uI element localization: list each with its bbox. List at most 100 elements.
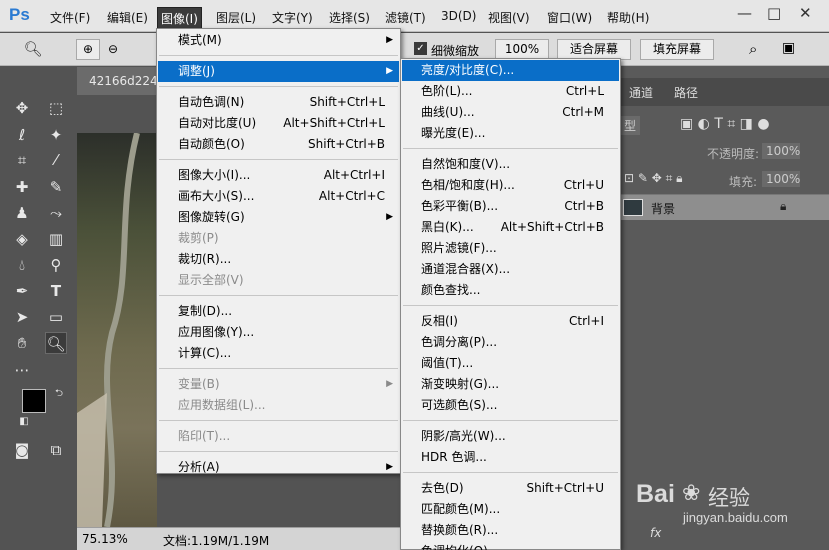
layer-kind-filter[interactable]: 型 xyxy=(620,116,641,135)
swap-colors-icon[interactable]: ⮌ xyxy=(48,383,70,405)
zoom-level[interactable]: 75.13% xyxy=(82,532,128,546)
image-menu-item[interactable]: 裁切(R)... xyxy=(158,249,399,270)
menu-view[interactable]: 视图(V) xyxy=(488,9,530,26)
marquee-tool-icon[interactable]: ⬚ xyxy=(45,97,67,119)
lock-icons[interactable]: ⊡ ✎ ✥ ⌗ 🔒︎ xyxy=(624,171,683,186)
image-menu-item[interactable]: 调整(J) ▶ xyxy=(158,61,399,82)
adjust-menu-item[interactable]: 阴影/高光(W)... xyxy=(402,426,619,447)
pen-tool-icon[interactable]: ✒ xyxy=(11,280,33,302)
dodge-tool-icon[interactable]: ⚲ xyxy=(45,254,67,276)
quick-mask-icon[interactable]: ◙ xyxy=(11,439,33,461)
menu-layer[interactable]: 图层(L) xyxy=(216,9,256,26)
menu-help[interactable]: 帮助(H) xyxy=(607,9,649,26)
gradient-tool-icon[interactable]: ▥ xyxy=(45,228,67,250)
brush-tool-icon[interactable]: ✎ xyxy=(45,176,67,198)
adjust-menu-item[interactable]: 自然饱和度(V)... xyxy=(402,154,619,175)
adjust-menu-item[interactable]: 色阶(L)... Ctrl+L xyxy=(402,81,619,102)
zoom-out-icon[interactable]: ⊖ xyxy=(101,39,125,60)
menu-type[interactable]: 文字(Y) xyxy=(272,9,313,26)
image-menu-item[interactable]: 应用图像(Y)... xyxy=(158,322,399,343)
maximize-button[interactable]: □ xyxy=(767,4,781,22)
adjust-menu-item[interactable]: 通道混合器(X)... xyxy=(402,259,619,280)
zoom-in-icon[interactable]: ⊕ xyxy=(76,39,100,60)
eyedropper-icon[interactable]: ⁄ xyxy=(45,149,67,171)
menu-separator xyxy=(159,159,398,160)
clone-stamp-icon[interactable]: ♟ xyxy=(11,202,33,224)
layer-name[interactable]: 背景 xyxy=(651,200,675,217)
menu-window[interactable]: 窗口(W) xyxy=(547,9,592,26)
actual-pixels-button[interactable]: 100% xyxy=(495,39,549,60)
hand-tool-icon[interactable]: ✋︎ xyxy=(11,332,33,354)
menu-image[interactable]: 图像(I) xyxy=(157,7,202,30)
menu-filter[interactable]: 滤镜(T) xyxy=(385,9,426,26)
menu-3d[interactable]: 3D(D) xyxy=(441,9,476,23)
blur-tool-icon[interactable]: 💧︎ xyxy=(11,254,33,276)
eraser-tool-icon[interactable]: ◈ xyxy=(11,228,33,250)
image-menu-item[interactable]: 计算(C)... xyxy=(158,343,399,364)
canvas[interactable] xyxy=(77,133,157,527)
adjust-menu-item[interactable]: 去色(D) Shift+Ctrl+U xyxy=(402,478,619,499)
more-tools-icon[interactable]: ⋯ xyxy=(11,359,33,381)
fine-zoom-checkbox[interactable]: ✓ xyxy=(414,42,427,55)
adjust-menu-item[interactable]: 曲线(U)... Ctrl+M xyxy=(402,102,619,123)
adjust-menu-item[interactable]: 渐变映射(G)... xyxy=(402,374,619,395)
tab-paths[interactable]: 路径 xyxy=(674,84,698,101)
search-icon[interactable]: ⌕ xyxy=(749,40,757,58)
image-menu-item[interactable]: 分析(A) ▶ xyxy=(158,457,399,478)
adjust-menu-item[interactable]: 阈值(T)... xyxy=(402,353,619,374)
adjust-menu-item[interactable]: 照片滤镜(F)... xyxy=(402,238,619,259)
fx-icon[interactable]: fx xyxy=(650,526,661,540)
image-menu-item[interactable]: 自动色调(N) Shift+Ctrl+L xyxy=(158,92,399,113)
adjust-menu-item[interactable]: HDR 色调... xyxy=(402,447,619,468)
adjust-menu-item[interactable]: 曝光度(E)... xyxy=(402,123,619,144)
crop-tool-icon[interactable]: ⌗ xyxy=(11,149,33,171)
move-tool-icon[interactable]: ✥ xyxy=(11,97,33,119)
shape-tool-icon[interactable]: ▭ xyxy=(45,306,67,328)
adjust-menu-item[interactable]: 颜色查找... xyxy=(402,280,619,301)
adjust-menu-item[interactable]: 色调均化(Q) xyxy=(402,541,619,550)
adjust-menu-item[interactable]: 色彩平衡(B)... Ctrl+B xyxy=(402,196,619,217)
adjust-menu-item[interactable]: 黑白(K)... Alt+Shift+Ctrl+B xyxy=(402,217,619,238)
menu-select[interactable]: 选择(S) xyxy=(329,9,370,26)
image-menu-item[interactable]: 图像旋转(G) ▶ xyxy=(158,207,399,228)
image-menu-item[interactable]: 画布大小(S)... Alt+Ctrl+C xyxy=(158,186,399,207)
tab-channels[interactable]: 通道 xyxy=(629,84,653,101)
zoom-tool-icon[interactable]: 🔍︎ xyxy=(22,38,44,60)
type-tool-icon[interactable]: T xyxy=(45,280,67,302)
adjust-menu-item[interactable]: 可选颜色(S)... xyxy=(402,395,619,416)
healing-brush-icon[interactable]: ✚ xyxy=(11,176,33,198)
image-menu-item: 应用数据组(L)... xyxy=(158,395,399,416)
image-menu-item[interactable]: 自动对比度(U) Alt+Shift+Ctrl+L xyxy=(158,113,399,134)
filter-icons[interactable]: ▣ ◐ T ⌗ ◨ ● xyxy=(680,116,770,132)
adjust-menu-item[interactable]: 匹配颜色(M)... xyxy=(402,499,619,520)
history-brush-icon[interactable]: ⤳ xyxy=(45,202,67,224)
menu-edit[interactable]: 编辑(E) xyxy=(107,9,148,26)
magic-wand-icon[interactable]: ✦ xyxy=(45,124,67,146)
lasso-tool-icon[interactable]: ℓ xyxy=(11,124,33,146)
menu-file[interactable]: 文件(F) xyxy=(50,9,90,26)
layer-row[interactable]: 背景 🔒︎ xyxy=(620,194,829,220)
fill-input[interactable]: 100% xyxy=(762,171,800,187)
submenu-arrow-icon: ▶ xyxy=(386,379,393,389)
workspace-icon[interactable]: ▣ xyxy=(782,40,795,56)
adjust-menu-item[interactable]: 亮度/对比度(C)... xyxy=(402,60,619,81)
image-menu-item[interactable]: 自动颜色(O) Shift+Ctrl+B xyxy=(158,134,399,155)
image-menu-item[interactable]: 图像大小(I)... Alt+Ctrl+I xyxy=(158,165,399,186)
close-button[interactable]: ✕ xyxy=(799,4,812,22)
minimize-button[interactable]: — xyxy=(737,4,752,22)
adjust-menu-item[interactable]: 色调分离(P)... xyxy=(402,332,619,353)
foreground-color-swatch[interactable] xyxy=(22,389,46,413)
opacity-input[interactable]: 100% xyxy=(762,143,800,159)
default-colors-icon[interactable]: ◧ xyxy=(13,411,35,433)
image-menu-item[interactable]: 复制(D)... xyxy=(158,301,399,322)
fit-screen-button[interactable]: 适合屏幕 xyxy=(557,39,631,60)
screen-mode-icon[interactable]: ⧉ xyxy=(45,439,67,461)
zoom-tool-active-icon[interactable]: 🔍︎ xyxy=(45,332,67,354)
adjust-menu-item[interactable]: 色相/饱和度(H)... Ctrl+U xyxy=(402,175,619,196)
fill-screen-button[interactable]: 填充屏幕 xyxy=(640,39,714,60)
path-select-icon[interactable]: ➤ xyxy=(11,306,33,328)
adjust-menu-item[interactable]: 替换颜色(R)... xyxy=(402,520,619,541)
image-menu-item[interactable]: 模式(M) ▶ xyxy=(158,30,399,51)
document-tab[interactable]: 42166d224f xyxy=(77,67,157,95)
adjust-menu-item[interactable]: 反相(I) Ctrl+I xyxy=(402,311,619,332)
